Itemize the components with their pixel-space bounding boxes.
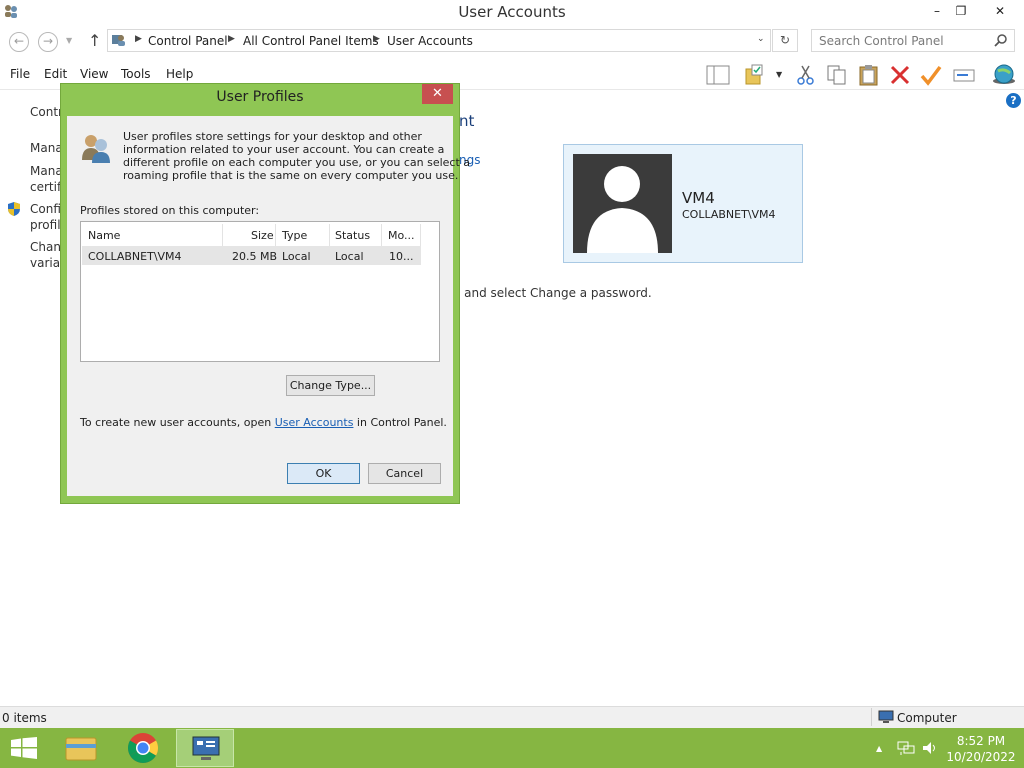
column-header-size[interactable]: Size — [251, 229, 274, 242]
copy-icon[interactable] — [825, 64, 849, 86]
taskbar-control-panel[interactable] — [176, 729, 234, 767]
instruction-text-fragment: l and select Change a password. — [457, 286, 652, 300]
maximize-button[interactable]: ❐ — [946, 0, 976, 22]
back-button[interactable]: ← — [9, 32, 29, 52]
user-profiles-icon — [80, 132, 112, 164]
breadcrumb-user-accounts[interactable]: User Accounts — [387, 34, 473, 48]
profile-name-cell[interactable]: COLLABNET\VM4 — [88, 250, 182, 263]
profiles-label: Profiles stored on this computer: — [80, 204, 260, 217]
profile-modified-cell[interactable]: 10... — [389, 250, 414, 263]
search-placeholder: Search Control Panel — [819, 34, 944, 48]
change-type-button[interactable]: Change Type... — [286, 375, 375, 396]
breadcrumb-separator[interactable]: ▶ — [228, 34, 235, 44]
profile-status-cell[interactable]: Local — [335, 250, 364, 263]
task-link-fragment[interactable]: Confi — [30, 202, 61, 216]
footer-text-before: To create new user accounts, open — [80, 416, 275, 429]
help-icon[interactable]: ? — [1006, 93, 1021, 108]
user-account-id: COLLABNET\VM4 — [682, 208, 776, 221]
dialog-intro-line: different profile on each computer you u… — [123, 156, 471, 169]
close-button[interactable]: ✕ — [980, 0, 1020, 22]
dialog-close-button[interactable]: ✕ — [422, 84, 453, 104]
breadcrumb-separator[interactable]: ▶ — [135, 34, 142, 44]
menu-file[interactable]: File — [10, 67, 30, 81]
refresh-button[interactable]: ↻ — [772, 29, 798, 52]
shield-icon — [7, 201, 21, 217]
menu-edit[interactable]: Edit — [44, 67, 67, 81]
user-accounts-link[interactable]: User Accounts — [275, 416, 354, 429]
title-bar: User Accounts — [0, 0, 1024, 24]
up-arrow-icon[interactable]: ↑ — [88, 31, 101, 50]
search-input[interactable]: Search Control Panel — [811, 29, 1015, 52]
breadcrumb-all-items[interactable]: All Control Panel Items — [243, 34, 379, 48]
column-divider[interactable] — [222, 224, 223, 246]
address-dropdown-chevron-icon[interactable]: ⌄ — [757, 34, 765, 44]
column-header-modified[interactable]: Mo... — [388, 229, 415, 242]
status-divider — [871, 708, 872, 726]
network-globe-icon[interactable] — [991, 64, 1017, 86]
cut-icon[interactable] — [794, 64, 818, 86]
breadcrumb-control-panel[interactable]: Control Panel — [148, 34, 228, 48]
column-divider[interactable] — [420, 224, 421, 246]
rename-icon[interactable] — [952, 64, 976, 86]
page-heading-fragment: nt — [459, 112, 475, 130]
column-header-status[interactable]: Status — [335, 229, 370, 242]
clock-time: 8:52 PM — [956, 734, 1006, 748]
ok-button[interactable]: OK — [287, 463, 360, 484]
task-link-fragment[interactable]: Mana — [30, 141, 63, 155]
column-header-type[interactable]: Type — [282, 229, 307, 242]
location-label: Computer — [897, 711, 957, 725]
column-divider[interactable] — [275, 224, 276, 246]
menu-tools[interactable]: Tools — [121, 67, 151, 81]
dialog-intro-line: information related to your user account… — [123, 143, 445, 156]
item-count: 0 items — [2, 711, 47, 725]
dialog-title: User Profiles — [216, 89, 304, 105]
show-hidden-icons-chevron-icon[interactable]: ▲ — [876, 744, 882, 753]
forward-button[interactable]: → — [38, 32, 58, 52]
profile-type-cell[interactable]: Local — [282, 250, 311, 263]
taskbar-file-explorer[interactable] — [52, 729, 110, 767]
search-icon[interactable] — [994, 33, 1008, 50]
paste-icon[interactable] — [857, 64, 881, 86]
volume-icon[interactable] — [921, 740, 939, 756]
avatar — [573, 154, 672, 253]
cancel-button[interactable]: Cancel — [368, 463, 441, 484]
properties-check-icon[interactable] — [919, 64, 943, 86]
dialog-intro-line: roaming profile that is the same on ever… — [123, 169, 459, 182]
menu-view[interactable]: View — [80, 67, 108, 81]
breadcrumb-separator[interactable]: ▶ — [373, 34, 380, 44]
clock[interactable]: 8:52 PM 10/20/2022 — [944, 733, 1018, 765]
delete-icon[interactable] — [888, 64, 912, 86]
footer-text-after: in Control Panel. — [353, 416, 447, 429]
user-name: VM4 — [682, 189, 715, 207]
menu-help[interactable]: Help — [166, 67, 193, 81]
computer-icon — [878, 710, 894, 724]
taskbar-chrome[interactable] — [114, 729, 172, 767]
profiles-list[interactable] — [80, 221, 440, 362]
preview-pane-icon[interactable] — [706, 64, 730, 86]
clock-date: 10/20/2022 — [946, 750, 1016, 764]
control-panel-icon — [111, 32, 127, 48]
folder-options-icon[interactable] — [744, 64, 768, 86]
column-header-name[interactable]: Name — [88, 229, 120, 242]
dialog-intro-line: User profiles store settings for your de… — [123, 130, 422, 143]
task-link-fragment[interactable]: Mana — [30, 164, 63, 178]
window-title: User Accounts — [458, 3, 566, 21]
folder-options-chevron-icon[interactable]: ▼ — [776, 70, 782, 79]
dialog-footer-text: To create new user accounts, open User A… — [80, 416, 447, 429]
recent-locations-chevron-icon[interactable]: ▼ — [66, 36, 72, 45]
task-link-fragment[interactable]: Contr — [30, 105, 63, 119]
windows-logo-icon — [11, 737, 37, 759]
column-divider[interactable] — [381, 224, 382, 246]
column-divider[interactable] — [329, 224, 330, 246]
network-icon[interactable] — [897, 740, 915, 756]
profile-size-cell[interactable]: 20.5 MB — [232, 250, 277, 263]
